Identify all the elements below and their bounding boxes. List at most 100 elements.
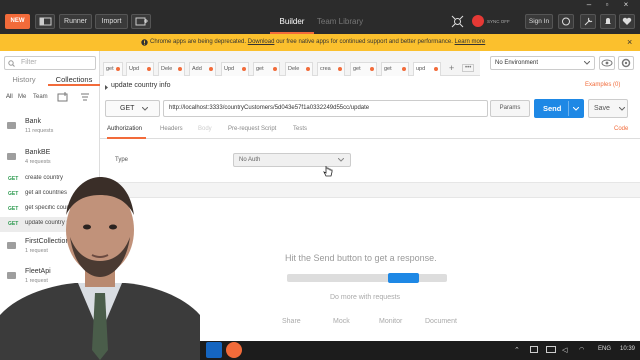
request-tab[interactable]: Upd: [126, 62, 154, 76]
network-icon[interactable]: [530, 346, 538, 353]
close-banner-icon[interactable]: ×: [627, 34, 632, 51]
eye-icon: [601, 59, 613, 67]
volume-icon[interactable]: ◁: [562, 346, 567, 354]
add-tab-button[interactable]: +: [449, 63, 454, 73]
environment-select[interactable]: No Environment: [490, 56, 595, 70]
filter-team[interactable]: Team: [33, 94, 48, 100]
share-link[interactable]: Share: [282, 318, 301, 325]
vscode-taskbar-icon[interactable]: [206, 342, 222, 358]
tab-tests[interactable]: Tests: [293, 126, 307, 132]
mock-link[interactable]: Mock: [333, 318, 350, 325]
sign-in-button[interactable]: Sign In: [525, 14, 553, 29]
request-tab[interactable]: get: [350, 62, 377, 76]
response-empty-message: Hit the Send button to get a response.: [285, 253, 437, 263]
tab-history[interactable]: History: [0, 73, 48, 86]
chevron-down-icon[interactable]: [573, 107, 579, 111]
request-tab[interactable]: Add: [189, 62, 216, 76]
new-window-icon: [135, 17, 148, 26]
presenter-webcam-overlay: [0, 177, 200, 360]
wrench-icon: [584, 17, 593, 26]
sidebar-layout-icon: [39, 17, 52, 26]
unsaved-dot-icon: [306, 67, 310, 71]
import-button[interactable]: Import: [95, 14, 128, 29]
tab-pre-request-script[interactable]: Pre-request Script: [228, 126, 276, 132]
send-button[interactable]: Send: [534, 99, 584, 118]
do-more-label: Do more with requests: [330, 294, 401, 301]
satellite-button[interactable]: [558, 14, 574, 29]
tab-builder[interactable]: Builder: [270, 14, 314, 34]
environment-quick-look[interactable]: [599, 56, 615, 70]
tab-team-library[interactable]: Team Library: [314, 14, 366, 34]
method-select[interactable]: GET: [105, 100, 160, 117]
postman-taskbar-icon[interactable]: [226, 342, 242, 358]
request-tab[interactable]: Dele: [285, 62, 313, 76]
maximize-icon[interactable]: ▫: [597, 0, 617, 10]
url-input[interactable]: http://localhost:3333/countryCustomers/5…: [163, 100, 488, 117]
filter-all[interactable]: All: [6, 94, 13, 100]
save-button[interactable]: Save: [588, 99, 628, 118]
tab-headers[interactable]: Headers: [160, 126, 183, 132]
sync-status-icon[interactable]: [472, 15, 484, 27]
request-tab[interactable]: get: [103, 62, 123, 76]
unsaved-dot-icon: [338, 67, 342, 71]
network-tray-icon[interactable]: ◠: [579, 346, 584, 353]
settings-button[interactable]: [580, 14, 596, 29]
auth-type-select[interactable]: No Auth: [233, 153, 351, 167]
code-link[interactable]: Code: [614, 126, 628, 132]
learn-more-link[interactable]: Learn more: [455, 39, 486, 45]
download-link[interactable]: Download: [248, 39, 275, 45]
bell-icon: [605, 18, 611, 24]
mouse-cursor-icon: [323, 166, 333, 177]
new-collection-icon[interactable]: [57, 92, 69, 102]
params-button[interactable]: Params: [490, 100, 530, 117]
battery-icon[interactable]: [546, 346, 556, 353]
request-tab-strip: get Upd Dele Add Upd get Dele crea get g…: [100, 51, 480, 76]
tray-chevron-icon[interactable]: ⌃: [514, 346, 520, 354]
chevron-down-icon: [142, 107, 148, 111]
tab-label: Add: [192, 66, 202, 72]
unsaved-dot-icon: [147, 67, 151, 71]
request-tab-active[interactable]: upd: [413, 62, 441, 76]
request-tab[interactable]: Dele: [158, 62, 185, 76]
search-icon: [8, 60, 15, 67]
tab-label: Upd: [224, 66, 235, 72]
close-window-icon[interactable]: ×: [616, 0, 636, 10]
request-tab[interactable]: Upd: [221, 62, 249, 76]
save-label: Save: [594, 105, 610, 112]
tab-authorization[interactable]: Authorization: [107, 126, 142, 132]
tab-label: get: [384, 66, 392, 72]
examples-link[interactable]: Examples (0): [585, 82, 620, 88]
banner-prefix: Chrome apps are being deprecated.: [150, 39, 247, 45]
minimize-icon[interactable]: –: [579, 0, 599, 10]
interceptor-icon[interactable]: [451, 15, 464, 28]
filter-me[interactable]: Me: [18, 94, 26, 100]
manage-environments[interactable]: [618, 56, 634, 70]
request-tab[interactable]: get: [381, 62, 409, 76]
request-title[interactable]: update country info: [111, 82, 171, 89]
clock[interactable]: 10:39: [620, 346, 635, 352]
collection-name: Bank: [25, 118, 41, 125]
input-language[interactable]: ENG: [598, 346, 611, 352]
sort-icon[interactable]: [79, 92, 91, 102]
tab-collections[interactable]: Collections: [48, 73, 100, 86]
monitor-link[interactable]: Monitor: [379, 318, 402, 325]
runner-button[interactable]: Runner: [59, 14, 92, 29]
favorites-button[interactable]: [619, 14, 635, 29]
request-tab[interactable]: get: [253, 62, 280, 76]
chevron-down-icon[interactable]: [619, 107, 625, 111]
app-header: NEW Runner Import Builder Team Library S…: [0, 10, 640, 34]
tab-label: upd: [416, 66, 426, 72]
collection-item[interactable]: Bank 11 requests: [0, 114, 100, 142]
notifications-button[interactable]: [600, 14, 616, 29]
more-tabs-button[interactable]: •••: [462, 64, 475, 72]
auth-type-label: Type: [115, 157, 129, 163]
document-link[interactable]: Document: [425, 318, 457, 325]
new-window-button[interactable]: [131, 14, 151, 29]
collapse-caret-icon[interactable]: [104, 85, 108, 90]
toggle-sidebar-button[interactable]: [35, 14, 55, 29]
new-button[interactable]: NEW: [5, 14, 30, 29]
request-tab[interactable]: crea: [317, 62, 345, 76]
satellite-icon: [562, 17, 570, 26]
tab-label: Dele: [288, 66, 300, 72]
filter-input[interactable]: Filter: [4, 56, 96, 70]
